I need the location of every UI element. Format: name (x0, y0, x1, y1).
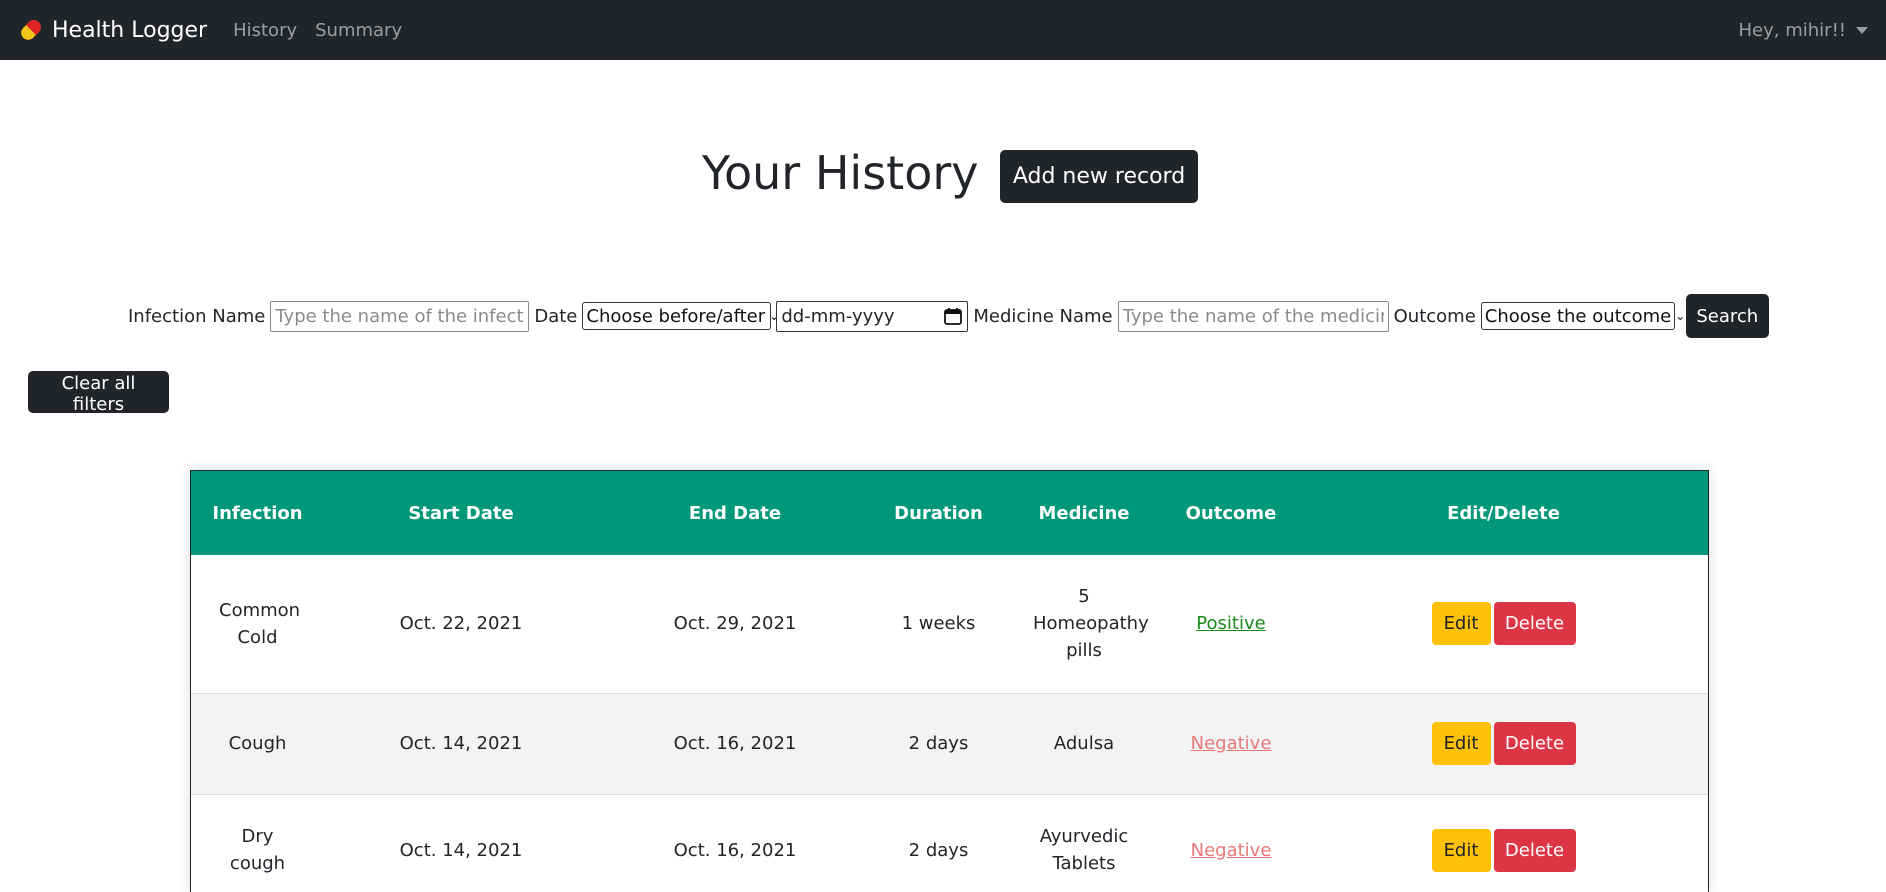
edit-button[interactable]: Edit (1431, 828, 1491, 872)
start-date-cell: Oct. 22, 2021 (399, 613, 523, 635)
outcome-select[interactable]: Choose the outcome ⌄ (1480, 302, 1685, 330)
end-date-cell: Oct. 16, 2021 (673, 839, 797, 861)
pill-icon (21, 20, 41, 40)
edit-button[interactable]: Edit (1431, 722, 1491, 765)
navbar: Health Logger History Summary Hey, mihir… (0, 0, 1886, 60)
clear-filters-button[interactable]: Clear all filters (28, 371, 169, 415)
medicine-name-label: Medicine Name (973, 305, 1113, 327)
table-header-row: Infection Start Date End Date Duration M… (191, 471, 1708, 555)
chevron-down-icon: ⌄ (1675, 309, 1686, 323)
duration-cell: 2 days (908, 733, 969, 754)
date-input-value: dd-mm-yyyy (781, 305, 895, 327)
infection-cell: Common Cold (219, 599, 301, 648)
actions-cell: Edit Delete (1299, 693, 1708, 794)
start-date-cell: Oct. 14, 2021 (399, 733, 523, 754)
date-label: Date (534, 305, 578, 327)
nav-link-history[interactable]: History (233, 20, 297, 41)
table-row: Cough Oct. 14, 2021 Oct. 16, 2021 2 days… (191, 693, 1708, 794)
delete-button[interactable]: Delete (1493, 722, 1576, 765)
table-row: Dry cough Oct. 14, 2021 Oct. 16, 2021 2 … (191, 794, 1708, 892)
column-header-edit-delete: Edit/Delete (1447, 502, 1560, 524)
end-date-cell: Oct. 16, 2021 (673, 733, 797, 754)
outcome-cell: Negative (1163, 693, 1299, 794)
actions-cell: Edit Delete (1299, 555, 1708, 693)
search-button[interactable]: Search (1685, 294, 1769, 338)
outcome-label: Outcome (1393, 305, 1476, 327)
outcome-cell: Negative (1163, 794, 1299, 892)
add-record-button[interactable]: Add new record (1000, 150, 1198, 203)
brand-name: Health Logger (52, 17, 208, 43)
edit-button[interactable]: Edit (1431, 602, 1491, 646)
date-input[interactable]: dd-mm-yyyy (776, 300, 969, 332)
user-greeting: Hey, mihir!! (1738, 19, 1846, 41)
filter-bar: Infection Name Date Choose before/after … (128, 294, 1769, 338)
outcome-link[interactable]: Positive (1196, 613, 1265, 634)
medicine-cell: Ayurvedic Tablets (1039, 826, 1129, 874)
column-header-infection: Infection (212, 502, 303, 524)
column-header-start-date: Start Date (408, 502, 514, 524)
brand-link[interactable]: Health Logger (18, 17, 207, 43)
user-menu-toggle[interactable]: Hey, mihir!! (1739, 20, 1868, 41)
history-table-container: Infection Start Date End Date Duration M… (190, 470, 1709, 892)
outcome-cell: Positive (1163, 555, 1299, 693)
duration-cell: 2 days (908, 839, 969, 861)
calendar-icon[interactable] (943, 306, 963, 326)
history-table: Infection Start Date End Date Duration M… (191, 471, 1708, 892)
outcome-link[interactable]: Negative (1191, 733, 1272, 754)
infection-name-label: Infection Name (128, 305, 266, 327)
column-header-outcome: Outcome (1185, 502, 1277, 524)
date-comparison-value: Choose before/after (586, 305, 766, 327)
delete-button[interactable]: Delete (1493, 602, 1576, 646)
column-header-medicine: Medicine (1038, 502, 1130, 524)
medicine-name-input[interactable] (1117, 300, 1389, 332)
delete-button[interactable]: Delete (1493, 828, 1576, 872)
duration-cell: 1 weeks (901, 613, 976, 635)
medicine-cell: Adulsa (1053, 733, 1115, 754)
date-comparison-select[interactable]: Choose before/after ⌄ (582, 302, 779, 330)
outcome-link[interactable]: Negative (1191, 840, 1272, 861)
caret-down-icon (1856, 26, 1868, 34)
medicine-cell: 5 Homeopathy pills (1033, 586, 1149, 662)
table-row: Common Cold Oct. 22, 2021 Oct. 29, 2021 … (191, 555, 1708, 693)
actions-cell: Edit Delete (1299, 794, 1708, 892)
infection-cell: Dry cough (229, 826, 286, 874)
outcome-select-value: Choose the outcome (1484, 305, 1672, 327)
end-date-cell: Oct. 29, 2021 (673, 613, 797, 635)
page-title: Your History (702, 146, 979, 200)
infection-name-input[interactable] (270, 300, 530, 332)
start-date-cell: Oct. 14, 2021 (399, 839, 523, 861)
infection-cell: Cough (228, 733, 287, 754)
column-header-end-date: End Date (688, 502, 782, 524)
column-header-duration: Duration (894, 502, 983, 524)
nav-link-summary[interactable]: Summary (315, 20, 402, 41)
